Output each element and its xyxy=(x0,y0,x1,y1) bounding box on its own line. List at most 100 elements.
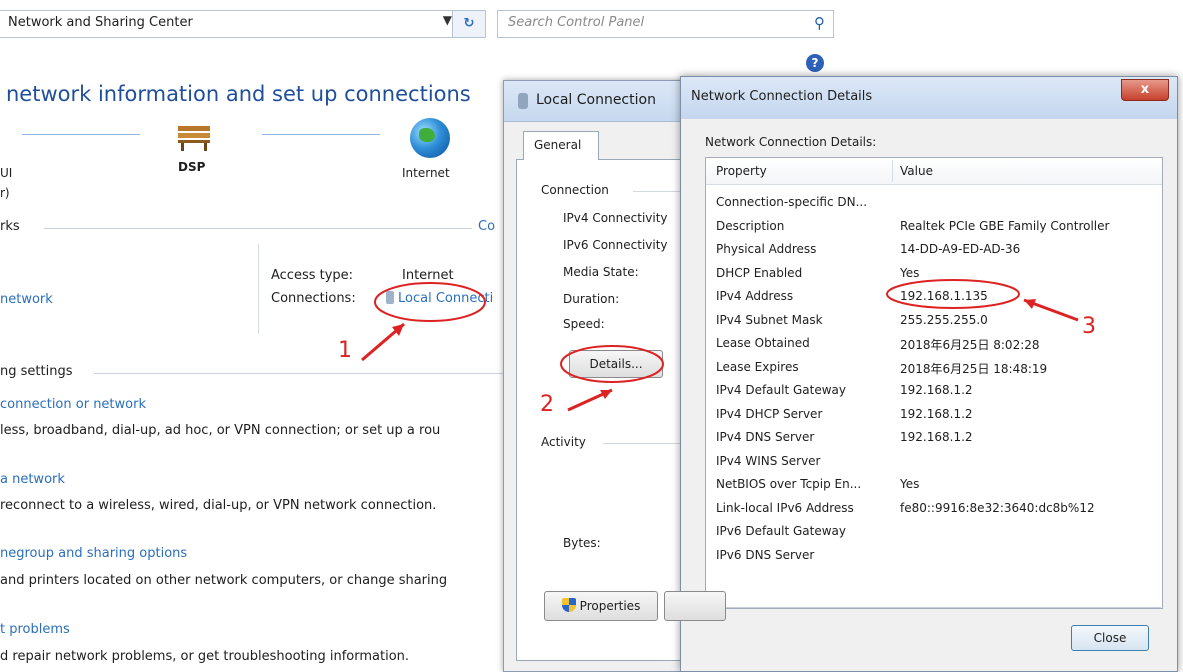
property-cell: Link-local IPv6 Address xyxy=(716,500,854,515)
details-button[interactable]: Details... xyxy=(569,350,663,378)
properties-button[interactable]: Properties xyxy=(544,591,658,621)
network-connection-details-dialog: Network Connection Details x Network Con… xyxy=(680,76,1178,672)
column-divider[interactable] xyxy=(892,160,893,182)
value-cell: 192.168.1.2 xyxy=(900,430,973,444)
address-bar[interactable]: Network and Sharing Center ▼ xyxy=(0,10,461,38)
network-name-link[interactable]: network xyxy=(0,292,53,307)
dialog-titlebar[interactable]: Local Connection xyxy=(504,81,704,122)
access-type-label: Access type: xyxy=(271,268,354,283)
property-cell: IPv4 WINS Server xyxy=(716,453,821,468)
close-button[interactable]: Close xyxy=(1071,625,1149,651)
dialog-titlebar[interactable]: Network Connection Details x xyxy=(681,77,1177,119)
network-adapter-icon xyxy=(386,291,394,304)
table-row[interactable]: Lease Expires 2018年6月25日 18:48:19 xyxy=(706,357,1162,380)
table-row[interactable]: IPv6 DNS Server xyxy=(706,545,1162,568)
bytes-label: Bytes: xyxy=(563,536,601,550)
table-row[interactable]: IPv4 DHCP Server 192.168.1.2 xyxy=(706,404,1162,427)
map-node-dsp: DSP xyxy=(178,160,206,174)
help-icon[interactable]: ? xyxy=(806,54,824,72)
table-row[interactable]: Physical Address 14-DD-A9-ED-AD-36 xyxy=(706,239,1162,262)
property-cell: NetBIOS over Tcpip En... xyxy=(716,477,862,491)
connections-label: Connections: xyxy=(271,291,356,306)
value-cell: 192.168.1.2 xyxy=(900,383,973,397)
divider xyxy=(94,373,504,374)
value-cell: 2018年6月25日 8:02:28 xyxy=(900,338,1040,352)
ipv4-connectivity-label: IPv4 Connectivity xyxy=(563,211,668,225)
map-line xyxy=(262,134,380,135)
search-input[interactable]: Search Control Panel ⚲ xyxy=(497,10,834,38)
setup-connection-link[interactable]: connection or network xyxy=(0,397,146,412)
close-icon[interactable]: x xyxy=(1121,79,1169,101)
media-state-label: Media State: xyxy=(563,265,639,279)
divider xyxy=(705,607,1161,608)
address-text: Network and Sharing Center xyxy=(8,15,193,30)
table-row[interactable]: IPv6 Default Gateway xyxy=(706,521,1162,544)
table-row[interactable]: Description Realtek PCIe GBE Family Contr… xyxy=(706,216,1162,239)
table-row[interactable]: IPv4 DNS Server 192.168.1.2 xyxy=(706,427,1162,450)
table-row[interactable]: NetBIOS over Tcpip En... Yes xyxy=(706,474,1162,497)
details-list[interactable]: Property Value Connection-specific DN...… xyxy=(705,157,1163,609)
table-row[interactable]: Connection-specific DN... xyxy=(706,192,1162,215)
property-cell: DHCP Enabled xyxy=(716,265,803,280)
troubleshoot-link[interactable]: t problems xyxy=(0,622,70,637)
map-node-internet: Internet xyxy=(402,166,450,180)
setup-connection-desc: less, broadband, dial-up, ad hoc, or VPN… xyxy=(0,423,441,438)
property-cell: IPv4 Address xyxy=(716,289,794,303)
local-connection-status-dialog: Local Connection General Connection IPv4… xyxy=(503,80,726,672)
ipv6-connectivity-label: IPv6 Connectivity xyxy=(563,238,668,252)
divider xyxy=(44,228,472,229)
annotation-number-1: 1 xyxy=(338,338,352,363)
tab-general-label: General xyxy=(534,138,582,152)
refresh-icon[interactable]: ↻ xyxy=(452,10,486,38)
active-networks-label: rks xyxy=(0,219,20,234)
value-cell: Yes xyxy=(900,265,920,280)
chevron-down-icon[interactable]: ▼ xyxy=(443,13,452,27)
value-cell: 192.168.1.2 xyxy=(900,406,973,421)
list-header: Property Value xyxy=(706,158,1162,185)
property-cell: Connection-specific DN... xyxy=(716,195,868,209)
table-row[interactable]: IPv4 Address 192.168.1.135 xyxy=(706,286,1162,309)
property-cell: Lease Expires xyxy=(716,359,799,374)
bench-icon xyxy=(178,126,210,151)
value-cell: 192.168.1.135 xyxy=(900,289,988,303)
property-cell: IPv4 DNS Server xyxy=(716,430,815,444)
map-line xyxy=(22,134,140,135)
network-adapter-icon xyxy=(518,93,528,109)
speed-label: Speed: xyxy=(563,317,605,331)
annotation-number-3: 3 xyxy=(1082,314,1096,339)
dialog-title: Local Connection xyxy=(536,92,656,108)
local-connection-link[interactable]: Local Connecti xyxy=(386,291,493,306)
value-cell: 14-DD-A9-ED-AD-36 xyxy=(900,242,1021,256)
connection-group-label: Connection xyxy=(541,183,609,197)
search-icon[interactable]: ⚲ xyxy=(814,14,825,32)
annotation-number-2: 2 xyxy=(540,392,554,417)
change-settings-label: ng settings xyxy=(0,364,73,379)
value-cell: fe80::9916:8e32:3640:dc8b%12 xyxy=(900,500,1095,515)
property-cell: IPv6 Default Gateway xyxy=(716,524,846,538)
tab-general[interactable]: General xyxy=(523,131,599,160)
table-row[interactable]: DHCP Enabled Yes xyxy=(706,263,1162,286)
divider xyxy=(258,244,259,334)
table-row[interactable]: Link-local IPv6 Address fe80::9916:8e32:3… xyxy=(706,498,1162,521)
shield-icon xyxy=(561,598,576,612)
col-property-header[interactable]: Property xyxy=(716,164,767,178)
local-connection-label: Local Connecti xyxy=(398,291,494,306)
property-cell: Physical Address xyxy=(716,242,817,256)
map-node-computer: UI xyxy=(0,166,13,180)
homegroup-link[interactable]: negroup and sharing options xyxy=(0,546,187,561)
activity-group-label: Activity xyxy=(541,435,586,449)
customize-link[interactable]: Co xyxy=(478,219,495,234)
table-row[interactable]: IPv4 Default Gateway 192.168.1.2 xyxy=(706,380,1162,403)
properties-button-label: Properties xyxy=(579,599,641,613)
internet-globe-icon xyxy=(410,118,450,158)
troubleshoot-desc: d repair network problems, or get troubl… xyxy=(0,649,410,664)
disable-button[interactable] xyxy=(664,591,726,621)
col-value-header[interactable]: Value xyxy=(900,164,933,178)
property-cell: IPv6 DNS Server xyxy=(716,547,815,562)
value-cell: 2018年6月25日 18:48:19 xyxy=(900,361,1048,376)
property-cell: IPv4 Subnet Mask xyxy=(716,312,823,327)
homegroup-desc: and printers located on other network co… xyxy=(0,573,448,588)
value-cell: Yes xyxy=(900,477,920,491)
connect-network-link[interactable]: a network xyxy=(0,472,65,487)
table-row[interactable]: IPv4 WINS Server xyxy=(706,451,1162,474)
